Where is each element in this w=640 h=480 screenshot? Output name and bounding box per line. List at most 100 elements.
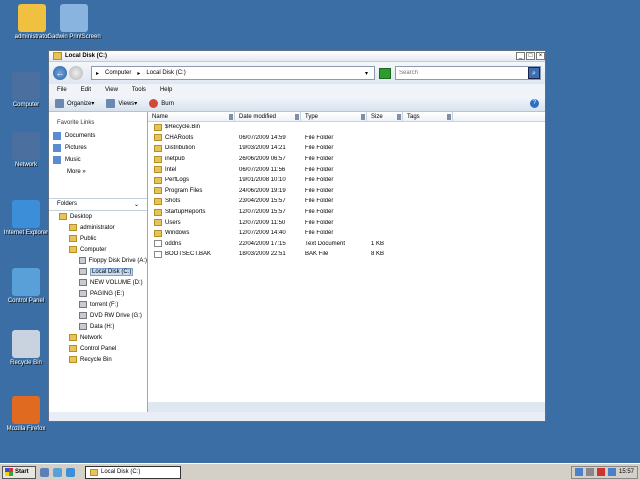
tree-item[interactable]: Computer: [49, 244, 147, 255]
back-button[interactable]: ←: [53, 66, 67, 80]
tree-item[interactable]: Public: [49, 233, 147, 244]
table-row[interactable]: Distribution 19/03/2009 14:21 File Folder: [148, 143, 545, 154]
desktop-icon-5[interactable]: Control Panel: [0, 268, 54, 305]
tree-item[interactable]: NEW VOLUME (D:): [49, 277, 147, 288]
maximize-button[interactable]: □: [526, 52, 535, 60]
desktop-icon-4[interactable]: Internet Explorer: [0, 200, 54, 237]
tree-item[interactable]: Network: [49, 332, 147, 343]
column-header-date[interactable]: Date modified: [235, 112, 301, 121]
organize-icon: [55, 99, 64, 108]
tree-item[interactable]: torrent (F:): [49, 299, 147, 310]
folders-header[interactable]: Folders ⌄: [49, 198, 147, 211]
search-input[interactable]: [399, 70, 528, 76]
tree-item[interactable]: Recycle Bin: [49, 354, 147, 365]
column-header-name[interactable]: Name: [148, 112, 235, 121]
chevron-down-icon: ▾: [134, 101, 138, 107]
address-bar-row: ← ▸ Computer ▸ Local Disk (C:) ▾ ⌕: [49, 62, 545, 84]
address-field[interactable]: ▸ Computer ▸ Local Disk (C:) ▾: [91, 66, 375, 80]
menu-tools[interactable]: Tools: [132, 87, 146, 93]
internet-explorer-icon[interactable]: [66, 467, 75, 477]
forward-button[interactable]: [69, 66, 83, 80]
folder-icon: [154, 219, 162, 227]
desktop-icon-label: Control Panel: [7, 298, 45, 304]
desktop-icon-7[interactable]: Mozilla Firefox: [0, 396, 54, 433]
organize-button[interactable]: Organize ▾: [55, 99, 94, 108]
table-row[interactable]: $Recycle.Bin: [148, 122, 545, 133]
folder-icon: [154, 187, 162, 195]
desktop-icon-graphic: [12, 200, 40, 228]
tree-item[interactable]: Local Disk (C:): [49, 266, 147, 277]
start-button[interactable]: Start: [2, 465, 36, 479]
taskbar-item-local-disk[interactable]: Local Disk (C:): [85, 465, 181, 479]
help-icon[interactable]: ?: [530, 99, 539, 108]
table-row[interactable]: PerfLogs 19/01/2008 10:10 File Folder: [148, 175, 545, 186]
table-row[interactable]: Windows 12/07/2009 14:40 File Folder: [148, 228, 545, 239]
tree-item[interactable]: Floppy Disk Drive (A:): [49, 255, 147, 266]
favorites-more-link[interactable]: More »: [49, 166, 147, 178]
go-button[interactable]: [379, 67, 391, 79]
address-segment-drive[interactable]: Local Disk (C:): [146, 70, 185, 76]
menu-view[interactable]: View: [105, 87, 118, 93]
menu-file[interactable]: File: [57, 87, 67, 93]
table-row[interactable]: BOOTSECT.BAK 18/03/2009 22:51 BAK File 8 KB: [148, 249, 545, 260]
tree-item-label: PAGING (E:): [90, 290, 125, 297]
show-desktop-icon[interactable]: [40, 467, 49, 477]
chevron-down-icon: ⌄: [133, 202, 139, 208]
file-type: File Folder: [305, 198, 334, 205]
column-header-tags[interactable]: Tags: [403, 112, 453, 121]
chevron-right-icon: ▸: [137, 70, 141, 77]
file-list: Name Date modified Type Size Tags $Recyc…: [148, 112, 545, 412]
title-bar[interactable]: Local Disk (C:) _ □ ×: [49, 51, 545, 62]
drive-icon: [79, 312, 87, 319]
favorite-link[interactable]: Music: [49, 154, 147, 166]
menu-help[interactable]: Help: [160, 87, 172, 93]
desktop-icon-1[interactable]: Gadwin PrintScreen: [46, 4, 102, 41]
menu-edit[interactable]: Edit: [81, 87, 91, 93]
views-button[interactable]: Views ▾: [106, 99, 137, 108]
tree-item[interactable]: Desktop: [49, 211, 147, 222]
desktop-icon-graphic: [12, 132, 40, 160]
burn-button[interactable]: Burn: [149, 99, 174, 108]
table-row[interactable]: Intel 06/07/2009 11:56 File Folder: [148, 164, 545, 175]
clock[interactable]: 15:57: [619, 469, 634, 475]
desktop-icon-6[interactable]: Recycle Bin: [0, 330, 54, 367]
table-row[interactable]: Program Files 24/06/2009 19:19 File Folder: [148, 186, 545, 197]
tree-item[interactable]: Data (H:): [49, 321, 147, 332]
table-row[interactable]: CHARoots 06/07/2009 14:59 File Folder: [148, 133, 545, 144]
windows-logo-icon: [5, 468, 13, 476]
table-row[interactable]: inetpub 26/06/2009 06:57 File Folder: [148, 154, 545, 165]
search-icon[interactable]: ⌕: [528, 67, 540, 79]
table-row[interactable]: Shots 23/04/2009 15:57 File Folder: [148, 196, 545, 207]
address-segment-computer[interactable]: Computer: [105, 70, 131, 76]
tree-item[interactable]: Control Panel: [49, 343, 147, 354]
network-icon[interactable]: [574, 468, 583, 476]
volume-icon[interactable]: [585, 468, 594, 476]
table-row[interactable]: oddns 22/04/2009 17:15 Text Document 1 KB: [148, 239, 545, 250]
file-name-cell: Distribution: [148, 144, 235, 152]
chevron-down-icon[interactable]: ▾: [365, 70, 368, 77]
details-pane: [148, 402, 545, 412]
favorite-link[interactable]: Documents: [49, 130, 147, 142]
security-icon[interactable]: [596, 468, 605, 476]
desktop-icon-3[interactable]: Network: [0, 132, 54, 169]
switch-windows-icon[interactable]: [53, 467, 62, 477]
favorite-link[interactable]: Pictures: [49, 142, 147, 154]
file-type: File Folder: [305, 177, 334, 184]
file-name: Distribution: [165, 145, 196, 152]
table-row[interactable]: Users 12/07/2009 11:50 File Folder: [148, 217, 545, 228]
tree-item[interactable]: PAGING (E:): [49, 288, 147, 299]
search-box[interactable]: ⌕: [395, 66, 541, 80]
file-name-cell: PerfLogs: [148, 176, 235, 184]
tree-item[interactable]: administrator: [49, 222, 147, 233]
column-header-type[interactable]: Type: [301, 112, 367, 121]
desktop-icon-2[interactable]: Computer: [0, 72, 54, 109]
minimize-button[interactable]: _: [516, 52, 525, 60]
table-row[interactable]: StartupReports 12/07/2009 15:57 File Folde…: [148, 207, 545, 218]
file-date: 19/01/2008 10:10: [239, 177, 286, 184]
file-type: File Folder: [305, 209, 334, 216]
close-button[interactable]: ×: [536, 52, 545, 60]
folder-icon: [154, 229, 162, 237]
update-icon[interactable]: [607, 468, 616, 476]
column-header-size[interactable]: Size: [367, 112, 403, 121]
tree-item[interactable]: DVD RW Drive (G:): [49, 310, 147, 321]
